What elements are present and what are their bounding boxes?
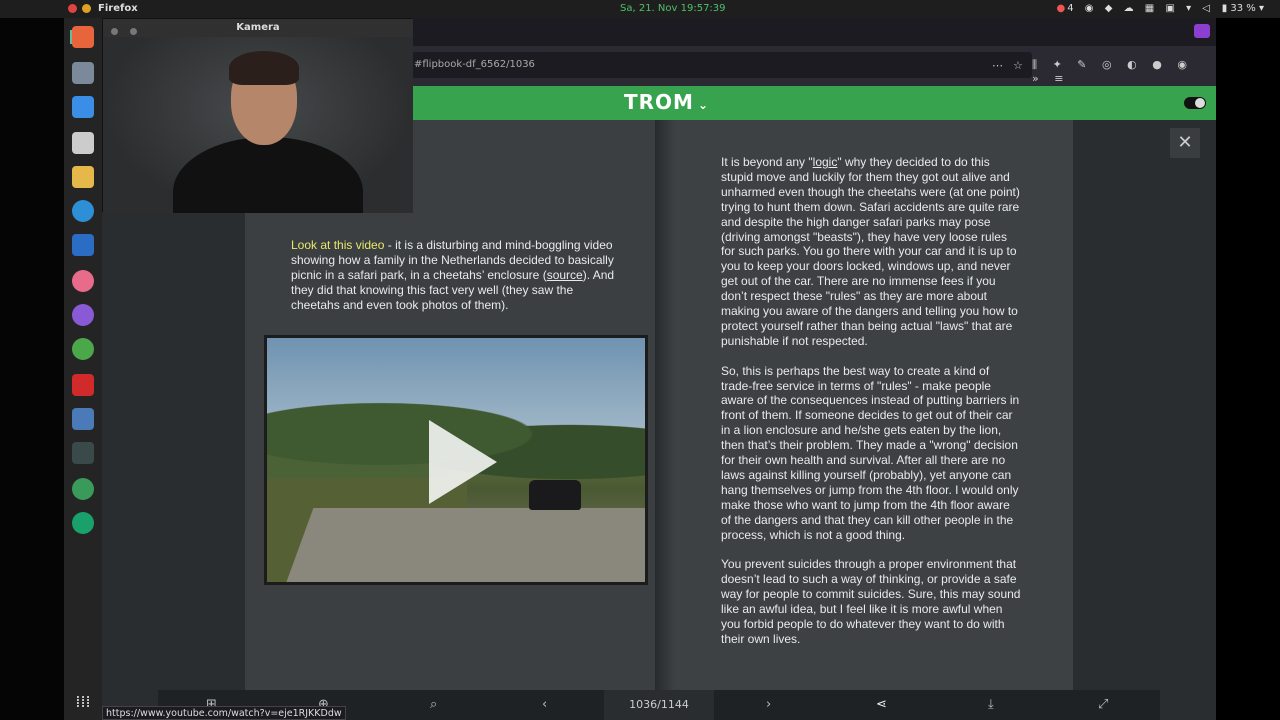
extension-icon-2[interactable]: ◎	[1102, 58, 1112, 71]
address-bar[interactable]: #flipbook-df_6562/1036	[410, 52, 1032, 78]
grid-icon[interactable]: ▦	[1145, 3, 1154, 14]
menu-icon[interactable]: ≡	[1054, 72, 1063, 85]
notification-badge[interactable]: ● 4	[1057, 3, 1074, 14]
logic-link[interactable]: logic	[813, 155, 838, 169]
presentation-icon[interactable]	[72, 374, 94, 396]
link-status-tooltip: https://www.youtube.com/watch?v=eje1RJKK…	[102, 706, 346, 720]
theme-toggle[interactable]	[1184, 97, 1206, 109]
share-icon[interactable]: ⋖	[876, 697, 887, 712]
extension-icon-3[interactable]: ◐	[1127, 58, 1137, 71]
application-dock: ⁞⁞⁞	[64, 18, 102, 720]
url-text: #flipbook-df_6562/1036	[414, 59, 535, 70]
battery-icon: ▮	[1221, 3, 1228, 14]
source-link[interactable]: source	[547, 268, 583, 282]
active-app-name[interactable]: Firefox	[98, 3, 138, 14]
firefox-icon[interactable]	[72, 26, 94, 48]
library-icon[interactable]: ⫼	[1032, 58, 1037, 71]
webcam-close-button[interactable]	[111, 28, 118, 35]
paragraph-1: It is beyond any "logic" why they decide…	[721, 155, 1021, 349]
globe-icon[interactable]	[72, 478, 94, 500]
extension-icon-5[interactable]: ◉	[1177, 58, 1187, 71]
heart-icon[interactable]	[72, 270, 94, 292]
wifi-icon[interactable]: ▾	[1186, 3, 1191, 14]
paragraph-3: You prevent suicides through a proper en…	[721, 557, 1021, 646]
video-highlight-link[interactable]: Look at this video	[291, 238, 384, 252]
battery-level: 33 %	[1230, 3, 1256, 14]
download-icon[interactable]: ⤓	[988, 697, 994, 712]
files-icon[interactable]	[72, 62, 94, 84]
webcam-title: Kamera	[236, 22, 280, 33]
system-tray: ● 4 ◉ ◆ ☁ ▦ ▣ ▾ ◁	[1049, 3, 1211, 14]
battery-indicator[interactable]: ▮ 33 % ▾	[1222, 3, 1264, 14]
chat-icon[interactable]	[72, 200, 94, 222]
private-mask-icon[interactable]	[1194, 24, 1210, 38]
audio-icon[interactable]	[72, 234, 94, 256]
video-car	[529, 480, 581, 510]
dropbox-icon[interactable]: ◆	[1105, 3, 1113, 14]
bookmark-star-icon[interactable]: ☆	[1013, 59, 1023, 72]
chevron-down-icon[interactable]: ⌄	[698, 98, 709, 112]
browser-toolbar-icons: ⫼ ✦ ✎ ◎ ◐ ● ◉ » ≡	[1032, 58, 1216, 85]
chevron-left-icon[interactable]: ‹	[542, 697, 547, 712]
video-road	[280, 508, 645, 582]
tor-icon[interactable]	[72, 304, 94, 326]
volume-icon[interactable]: ◁	[1202, 3, 1210, 14]
logo-text: TROM	[624, 90, 694, 114]
left-page-text: Look at this video - it is a disturbing …	[291, 238, 621, 313]
book-spine	[655, 120, 675, 706]
video-thumbnail[interactable]	[264, 335, 648, 585]
text-editor-icon[interactable]	[72, 132, 94, 154]
fullscreen-icon[interactable]: ⤢	[1098, 697, 1108, 712]
zoom-icon[interactable]: ⌕	[430, 697, 437, 712]
desktop-wallpaper	[0, 18, 64, 720]
overflow-icon[interactable]: »	[1032, 72, 1039, 85]
address-bar-actions: ⋯ ☆	[992, 59, 1033, 72]
webcam-feed	[103, 37, 413, 213]
play-icon[interactable]	[429, 420, 497, 504]
more-actions-icon[interactable]: ⋯	[992, 59, 1003, 72]
right-page-text: It is beyond any "logic" why they decide…	[721, 155, 1021, 662]
page-indicator[interactable]: 1036/1144	[604, 690, 714, 720]
site-logo[interactable]: TROM ⌄	[624, 90, 709, 114]
trom-app-icon[interactable]	[72, 338, 94, 360]
minimize-window-button[interactable]	[82, 4, 91, 13]
close-icon[interactable]: ✕	[1170, 128, 1200, 158]
extensions-icon[interactable]: ✦	[1053, 58, 1062, 71]
extension-icon-1[interactable]: ✎	[1077, 58, 1086, 71]
image-viewer-icon[interactable]	[72, 408, 94, 430]
paragraph-2: So, this is perhaps the best way to crea…	[721, 363, 1020, 542]
steam-icon[interactable]: ◉	[1085, 3, 1094, 14]
notes-icon[interactable]	[72, 166, 94, 188]
window-controls	[68, 4, 96, 16]
folder-icon[interactable]	[72, 96, 94, 118]
system-top-bar: Firefox Sa, 21. Nov 19:57:39 ● 4 ◉ ◆ ☁ ▦ …	[0, 0, 1280, 18]
chevron-right-icon[interactable]: ›	[766, 697, 771, 712]
terminal-icon[interactable]	[72, 442, 94, 464]
person-body	[173, 137, 363, 213]
webcam-titlebar[interactable]: Kamera	[103, 19, 413, 37]
app-grid-icon[interactable]: ⁞⁞⁞	[73, 692, 93, 712]
close-window-button[interactable]	[68, 4, 77, 13]
webcam-window[interactable]: Kamera	[102, 18, 413, 213]
display-icon[interactable]: ▣	[1165, 3, 1174, 14]
person-hair	[229, 51, 299, 85]
p1-rest: " why they decided to do this stupid mov…	[721, 155, 1020, 348]
system-clock[interactable]: Sa, 21. Nov 19:57:39	[620, 3, 726, 14]
webcam-minimize-button[interactable]	[130, 28, 137, 35]
cloud-icon[interactable]: ☁	[1124, 3, 1134, 14]
extension-icon-4[interactable]: ●	[1152, 58, 1162, 71]
p1-start: It is beyond any "	[721, 155, 813, 169]
vpn-key-icon[interactable]	[72, 512, 94, 534]
